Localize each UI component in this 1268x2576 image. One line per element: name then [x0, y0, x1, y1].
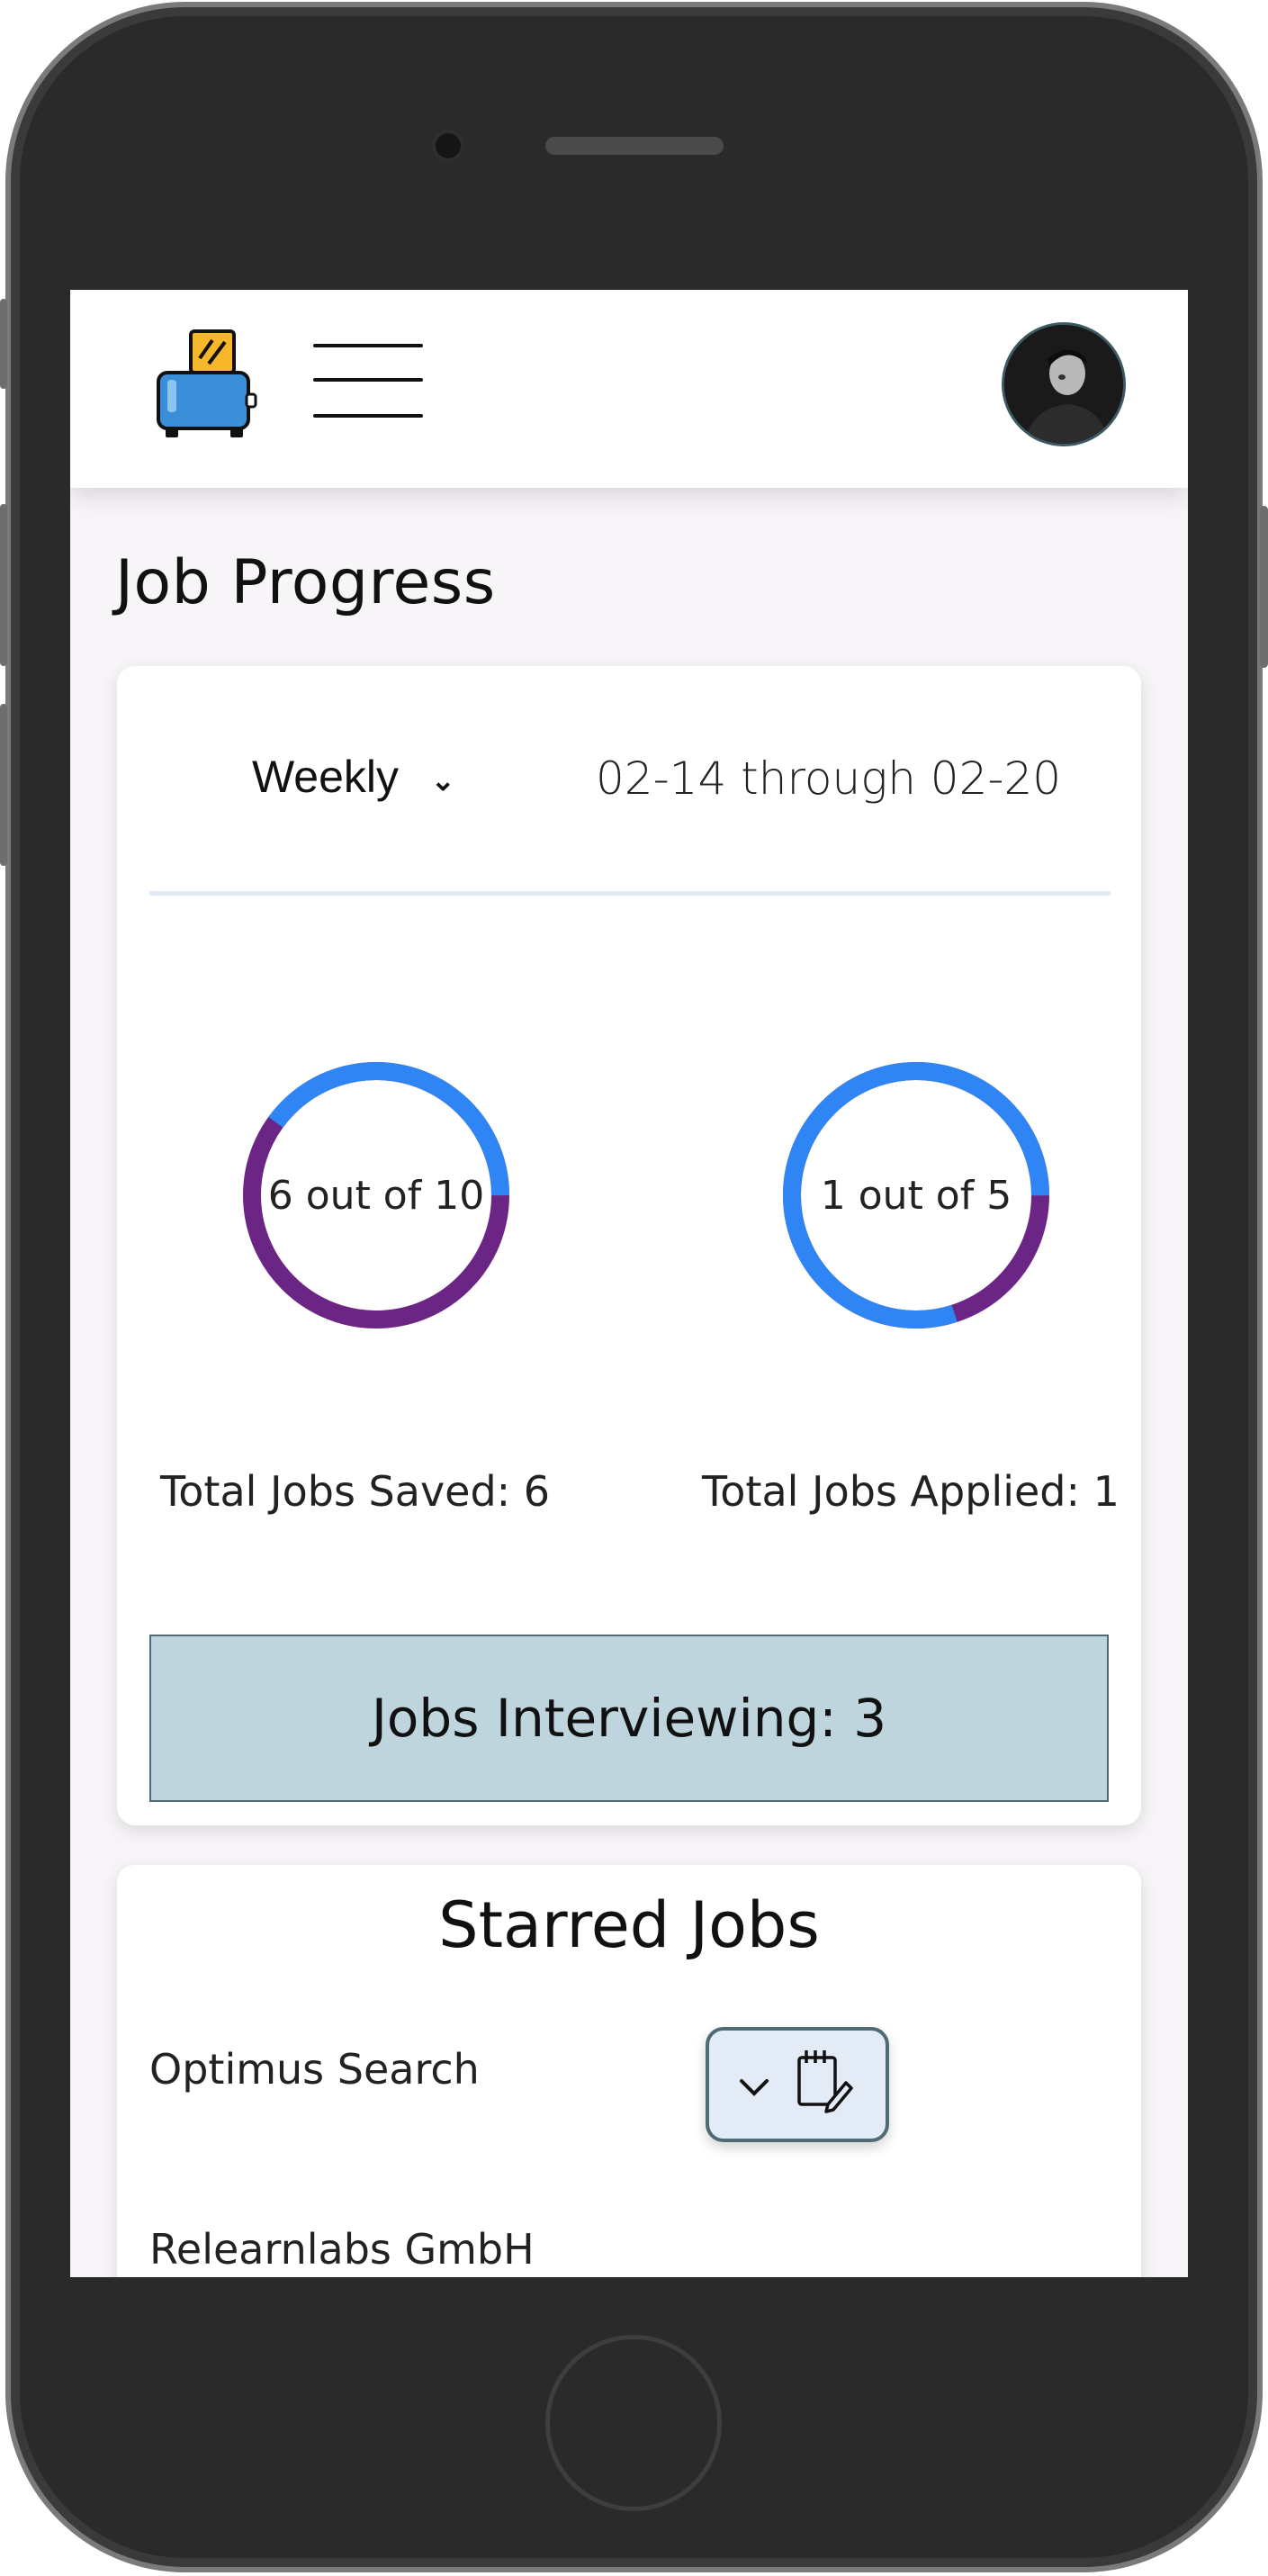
starred-jobs-title: Starred Jobs — [438, 1888, 820, 1962]
page-title: Job Progress — [115, 547, 496, 618]
total-jobs-saved: Total Jobs Saved: 6 — [160, 1467, 551, 1516]
chevron-down-icon — [740, 2079, 769, 2096]
side-button-volume-down — [0, 704, 7, 866]
hamburger-menu-button[interactable] — [313, 344, 423, 418]
job-actions-icons — [740, 2050, 853, 2113]
starred-job-item[interactable]: Optimus Search — [149, 2045, 480, 2094]
saved-progress-ring: 6 out of 10 — [241, 1060, 511, 1330]
applied-progress-ring: 1 out of 5 — [781, 1060, 1051, 1330]
chevron-down-icon: ⌄ — [430, 763, 455, 797]
saved-ring-label: 6 out of 10 — [267, 1172, 485, 1219]
front-camera — [436, 133, 461, 158]
home-button[interactable] — [545, 2335, 722, 2511]
side-button-power — [1260, 506, 1268, 668]
app-screen: Job Progress Weekly ⌄ 02-14 through 02-2… — [70, 290, 1188, 2277]
side-button-volume-up — [0, 504, 7, 666]
app-header — [70, 290, 1188, 488]
side-button-silent — [0, 299, 7, 389]
period-select[interactable]: Weekly ⌄ — [252, 751, 455, 803]
jobs-interviewing-button[interactable]: Jobs Interviewing: 3 — [149, 1635, 1109, 1802]
total-jobs-applied: Total Jobs Applied: 1 — [702, 1467, 1120, 1516]
job-progress-card: Weekly ⌄ 02-14 through 02-20 6 out of 10… — [117, 666, 1141, 1825]
avatar-photo — [1004, 325, 1123, 444]
job-actions-button[interactable] — [706, 2027, 889, 2142]
divider — [149, 891, 1111, 896]
date-range: 02-14 through 02-20 — [596, 752, 1062, 805]
notepad-edit-icon — [797, 2050, 853, 2113]
earpiece-speaker — [545, 137, 724, 155]
starred-jobs-card: Starred Jobs Optimus Search Relearnlabs … — [117, 1865, 1141, 2277]
starred-job-item[interactable]: Relearnlabs GmbH — [149, 2225, 535, 2274]
period-select-value: Weekly — [252, 752, 400, 802]
user-avatar[interactable] — [1002, 322, 1126, 446]
applied-ring-label: 1 out of 5 — [820, 1172, 1012, 1219]
toaster-icon[interactable] — [153, 326, 257, 441]
